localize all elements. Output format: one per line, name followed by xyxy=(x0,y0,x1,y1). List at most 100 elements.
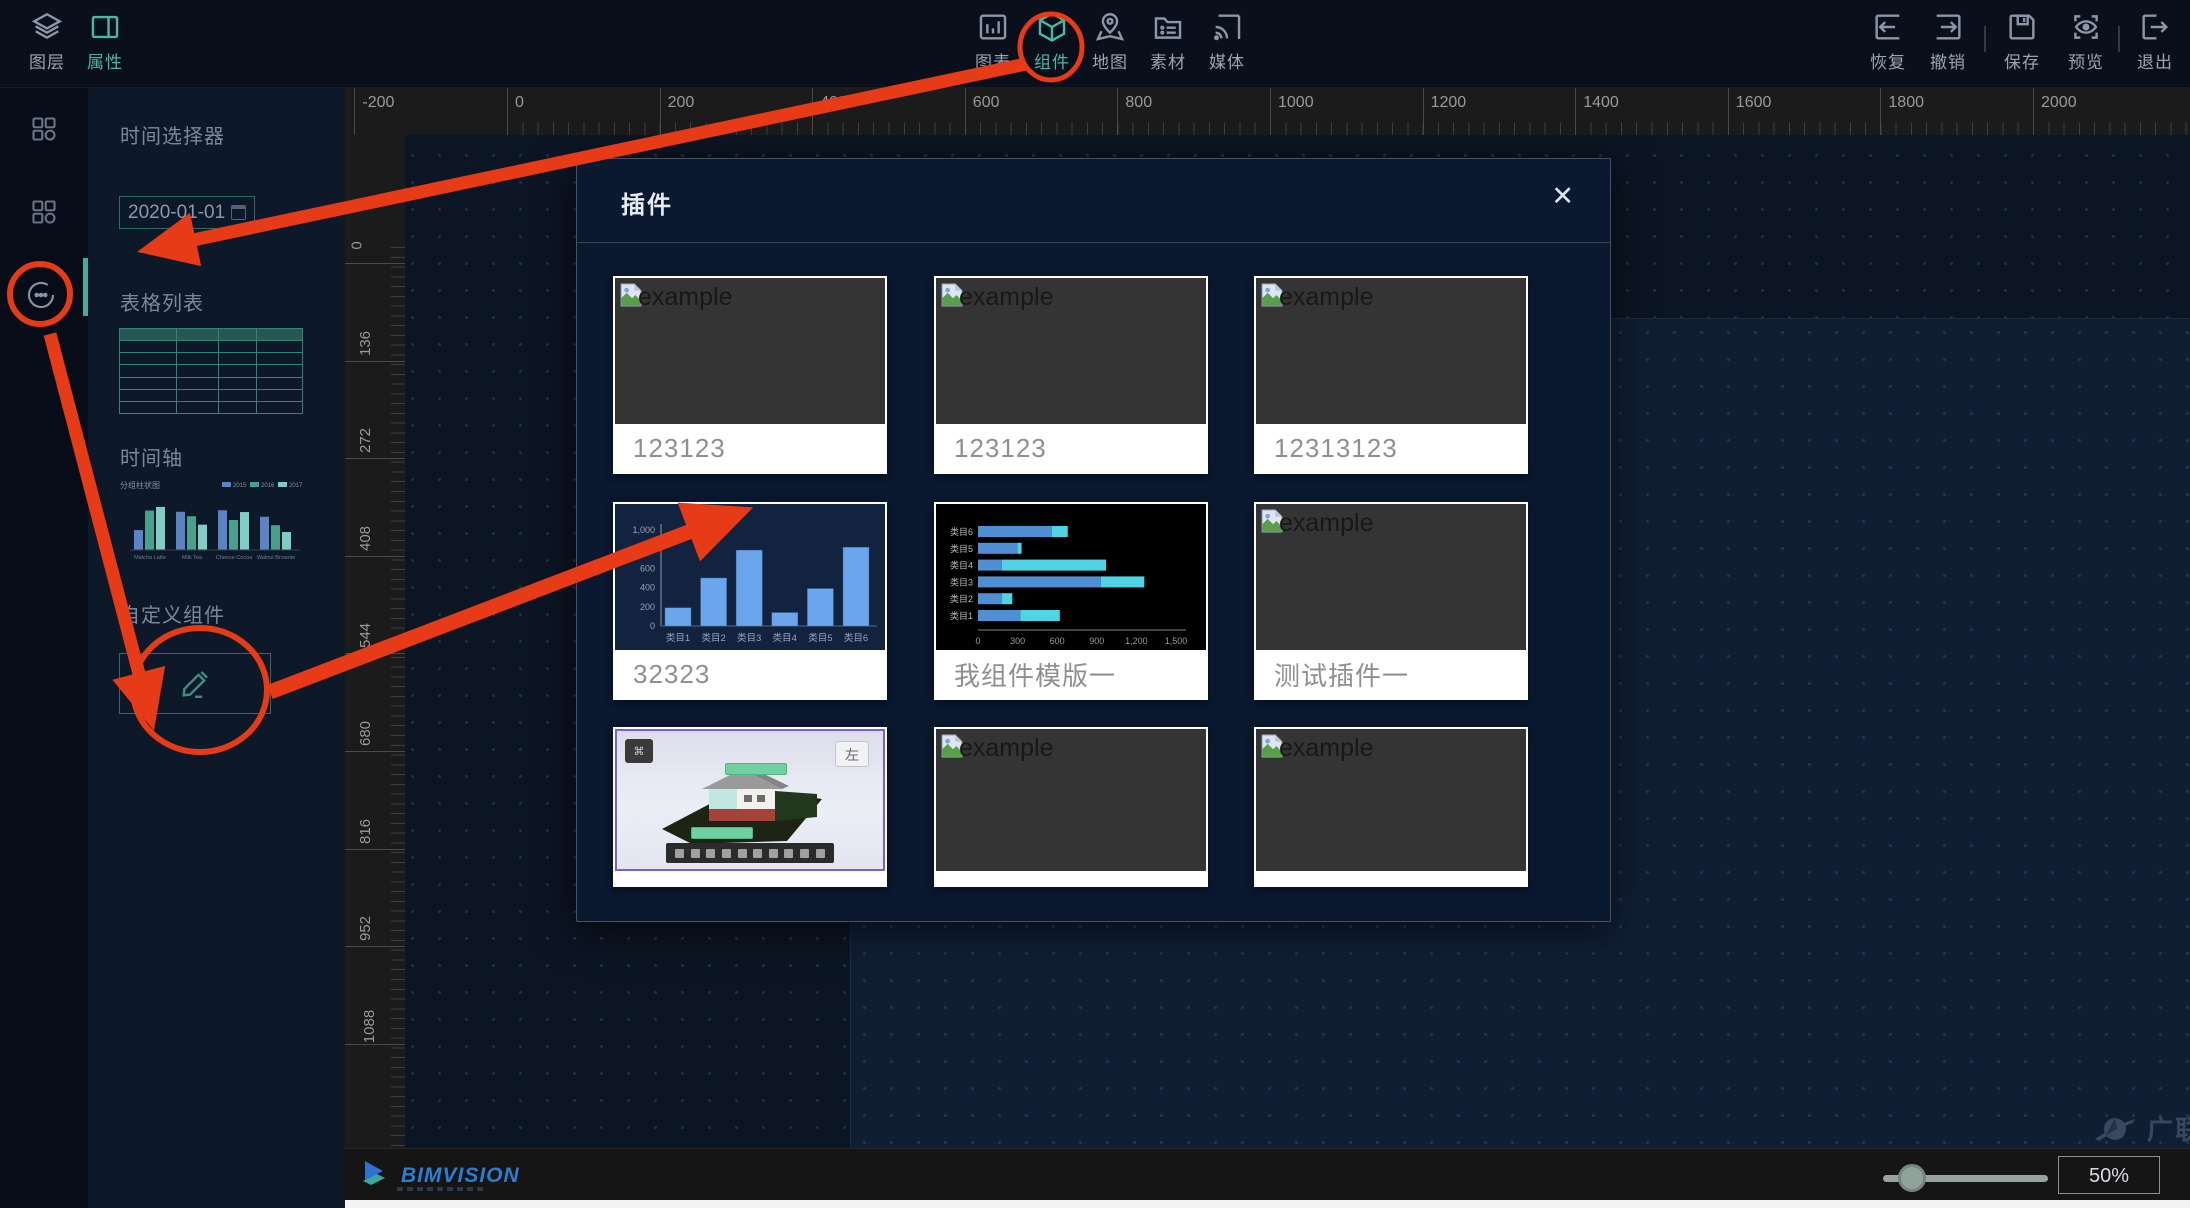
plugin-card[interactable]: example 123123 xyxy=(613,276,887,474)
svg-text:1,500: 1,500 xyxy=(1165,636,1188,646)
svg-text:200: 200 xyxy=(640,602,655,612)
more-plugins-icon[interactable] xyxy=(25,279,57,311)
table-cell xyxy=(257,389,303,401)
left-icon-rail xyxy=(0,88,88,1208)
ruler-label: 1200 xyxy=(1431,94,1467,112)
table-cell xyxy=(257,401,303,413)
svg-text:类目6: 类目6 xyxy=(950,526,973,537)
plugin-card[interactable]: 类目6类目5类目4类目3类目2类目103006009001,2001,500 我… xyxy=(934,502,1208,700)
watermark: 广联达视界 xyxy=(2093,1110,2190,1147)
table-component-thumbnail[interactable] xyxy=(119,328,303,414)
table-cell xyxy=(257,353,303,365)
table-cell xyxy=(218,401,256,413)
svg-text:Milk Tea: Milk Tea xyxy=(182,555,203,561)
table-cell xyxy=(120,401,177,413)
svg-text:类目2: 类目2 xyxy=(950,593,973,604)
svg-text:900: 900 xyxy=(1089,636,1104,646)
toolbar-preview-button[interactable]: 预览 xyxy=(2050,10,2122,73)
toolbar-properties-button[interactable]: 属性 xyxy=(69,10,141,73)
ruler-tick xyxy=(660,88,661,135)
plugin-card[interactable]: example 12313123 xyxy=(1254,276,1528,474)
plugin-card[interactable]: 02004006008001,000类目1类目2类目3类目4类目5类目6 323… xyxy=(613,502,887,700)
toolbar-media-button[interactable]: 媒体 xyxy=(1191,10,1263,73)
ruler-label: 816 xyxy=(357,819,374,844)
table-cell xyxy=(218,341,256,353)
svg-text:300: 300 xyxy=(1010,636,1025,646)
table-cell xyxy=(257,377,303,389)
ruler-label: 800 xyxy=(1125,94,1152,112)
bim-label-chip xyxy=(725,763,787,775)
timeline-chart-thumbnail[interactable]: 分组柱状图201520162017Matcha LatteMilk TeaChe… xyxy=(118,478,304,566)
widget-group-icon[interactable] xyxy=(30,115,58,143)
table-cell xyxy=(176,341,218,353)
svg-text:400: 400 xyxy=(640,583,655,593)
table-cell xyxy=(257,365,303,377)
svg-text:Walnut Brownie: Walnut Brownie xyxy=(257,555,295,561)
broken-image-alt: example xyxy=(1279,509,1374,538)
ruler-tick xyxy=(345,458,405,459)
plugin-card[interactable]: ⌘ 左 xyxy=(613,727,887,887)
svg-text:类目4: 类目4 xyxy=(950,560,973,571)
table-cell xyxy=(120,365,177,377)
toolbar-exit-button[interactable]: 退出 xyxy=(2119,10,2190,73)
ruler-tick xyxy=(354,88,355,135)
watermark-text: 广联达视界 xyxy=(2147,1110,2190,1147)
svg-text:1,000: 1,000 xyxy=(632,525,655,535)
section-title-custom: 自定义组件 xyxy=(120,599,225,628)
svg-text:分组柱状图: 分组柱状图 xyxy=(120,480,160,490)
horizontal-ruler: -200020040060080010001200140016001800200… xyxy=(345,88,2190,135)
broken-image-alt: example xyxy=(1279,283,1374,312)
ruler-label: 1400 xyxy=(1583,94,1619,112)
widget-group-icon-2[interactable] xyxy=(30,198,58,226)
ruler-label: 680 xyxy=(357,721,374,746)
svg-text:2017: 2017 xyxy=(289,483,303,489)
svg-text:0: 0 xyxy=(650,621,655,631)
toolbar-label: 保存 xyxy=(1986,48,2058,73)
ruler-tick xyxy=(345,751,405,752)
table-cell xyxy=(176,365,218,377)
custom-component-edit-button[interactable] xyxy=(119,653,271,714)
toolbar-label: 撤销 xyxy=(1912,48,1984,73)
plugin-thumbnail-bar-chart: 02004006008001,000类目1类目2类目3类目4类目5类目6 xyxy=(615,504,885,650)
svg-text:Cheese Cocoa: Cheese Cocoa xyxy=(216,555,253,561)
table-cell xyxy=(120,353,177,365)
broken-image-alt: example xyxy=(638,283,733,312)
ruler-label: 1800 xyxy=(1888,94,1924,112)
plugin-card-label: 123123 xyxy=(936,424,1206,472)
top-toolbar: 图层 属性 图表 组件 地图 xyxy=(0,0,2190,88)
table-cell xyxy=(218,365,256,377)
close-icon[interactable]: ✕ xyxy=(1551,183,1574,210)
modal-header: 插件 ✕ xyxy=(577,159,1610,243)
svg-text:类目2: 类目2 xyxy=(701,632,725,644)
ruler-tick xyxy=(812,88,813,135)
toolbar-undo-button[interactable]: 撤销 xyxy=(1912,10,1984,73)
plugin-card-label: 测试插件一 xyxy=(1256,650,1526,698)
plugin-card[interactable]: example 123123 xyxy=(934,276,1208,474)
plugin-card[interactable]: example xyxy=(934,727,1208,887)
plugin-card[interactable]: example 测试插件一 xyxy=(1254,502,1528,700)
table-cell xyxy=(218,353,256,365)
broken-image-alt: example xyxy=(959,283,1054,312)
ruler-label: 600 xyxy=(973,94,1000,112)
plugin-thumbnail-broken: example xyxy=(1256,729,1526,871)
ruler-tick xyxy=(507,88,508,135)
table-cell xyxy=(176,329,218,341)
date-picker-input[interactable]: 2020-01-01 xyxy=(119,196,255,229)
svg-text:类目5: 类目5 xyxy=(808,632,832,644)
svg-text:2016: 2016 xyxy=(261,483,275,489)
ruler-tick xyxy=(1575,88,1576,135)
bottom-edge-strip xyxy=(345,1200,2190,1208)
table-cell xyxy=(176,401,218,413)
table-cell xyxy=(120,389,177,401)
plugin-card-label: 123123 xyxy=(615,424,885,472)
zoom-slider-thumb[interactable] xyxy=(1898,1164,1926,1192)
svg-text:2015: 2015 xyxy=(233,483,247,489)
toolbar-save-button[interactable]: 保存 xyxy=(1986,10,2058,73)
plugin-thumbnail-broken: example xyxy=(936,729,1206,871)
plugin-thumbnail-broken: example xyxy=(1256,278,1526,424)
plugin-card[interactable]: example xyxy=(1254,727,1528,887)
plugin-card-label: 我组件模版一 xyxy=(936,650,1206,698)
broken-image-alt: example xyxy=(1279,734,1374,763)
save-icon xyxy=(1986,10,2058,46)
svg-text:600: 600 xyxy=(1050,636,1065,646)
